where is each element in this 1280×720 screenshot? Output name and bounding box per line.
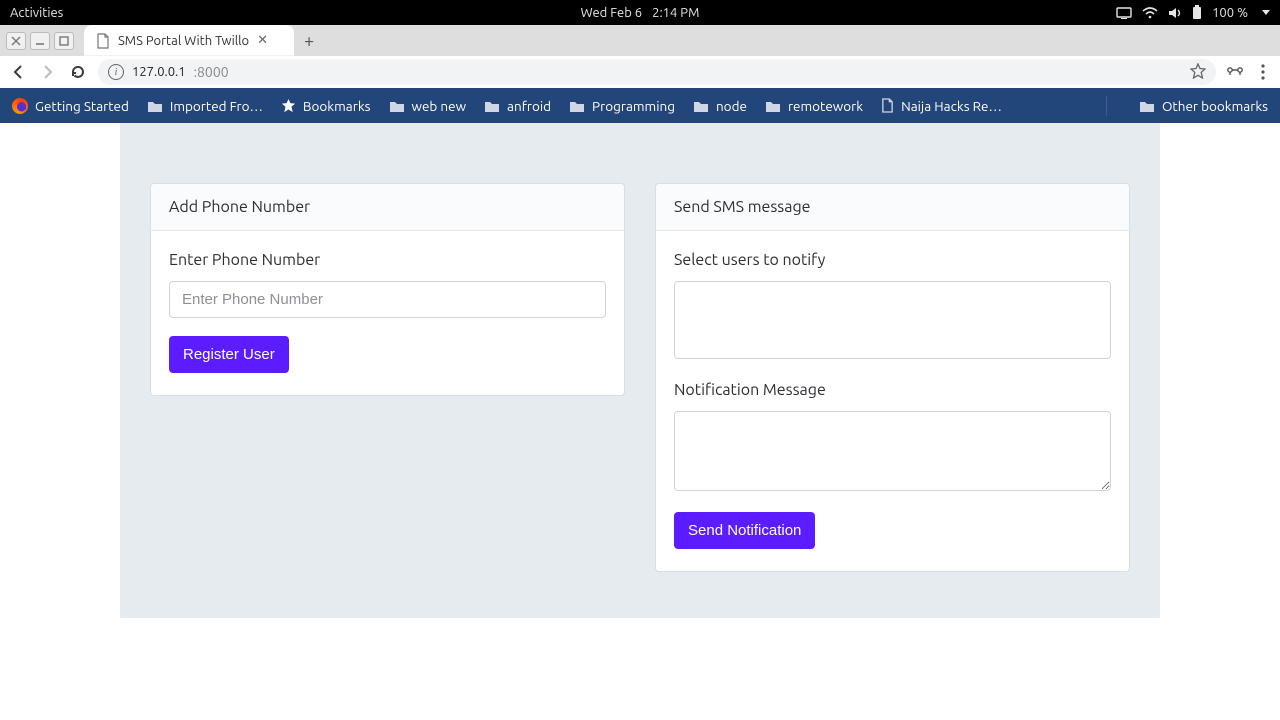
phone-input[interactable] [169,281,606,318]
page-viewport: Add Phone Number Enter Phone Number Regi… [0,123,1280,720]
bookmark-label: Bookmarks [303,98,371,114]
bookmark-label: Imported Fro… [170,98,263,114]
send-sms-card: Send SMS message Select users to notify … [655,183,1130,572]
other-bookmarks[interactable]: Other bookmarks [1139,98,1268,114]
send-sms-header: Send SMS message [656,184,1129,231]
address-bar[interactable]: i 127.0.0.1 :8000 [98,59,1216,85]
bookmark-item[interactable]: Imported Fro… [147,98,263,114]
bookmark-label: anfroid [507,98,551,114]
select-users-label: Select users to notify [674,251,1111,269]
forward-button[interactable] [38,62,58,82]
tab-title: SMS Portal With Twillo [118,34,249,48]
window-titlebar: SMS Portal With Twillo ✕ + [0,25,1280,56]
bookmark-star-icon[interactable] [1190,63,1206,82]
phone-label: Enter Phone Number [169,251,606,269]
bookmark-label: node [716,98,747,114]
window-close-button[interactable] [6,32,26,50]
bookmarks-separator [1106,96,1107,116]
bookmark-item[interactable]: node [693,98,747,114]
bookmark-label: Programming [592,98,675,114]
bookmark-label: web new [412,98,467,114]
send-notification-button[interactable]: Send Notification [674,512,815,549]
other-bookmarks-label: Other bookmarks [1162,98,1268,114]
tab-close-icon[interactable]: ✕ [257,33,268,48]
bookmark-item[interactable]: web new [389,98,467,114]
battery-percent: 100 % [1212,6,1248,20]
url-host: 127.0.0.1 [132,65,186,79]
menu-icon[interactable] [1254,64,1272,80]
os-time: 2:14 PM [652,6,699,20]
battery-icon[interactable] [1192,5,1202,20]
back-button[interactable] [8,62,28,82]
bookmark-item[interactable]: Bookmarks [281,98,371,114]
bookmark-label: Naija Hacks Re… [901,98,1002,114]
os-top-bar: Activities Wed Feb 6 2:14 PM 100 % [0,0,1280,25]
content-container: Add Phone Number Enter Phone Number Regi… [120,123,1160,618]
url-port: :8000 [194,64,229,80]
activities-label[interactable]: Activities [10,6,63,20]
os-date: Wed Feb 6 [581,6,643,20]
document-icon [96,33,110,49]
volume-icon[interactable] [1168,7,1182,19]
bookmark-item[interactable]: anfroid [484,98,551,114]
bookmark-item[interactable]: Programming [569,98,675,114]
bookmark-item[interactable]: remotework [765,98,863,114]
register-user-button[interactable]: Register User [169,336,289,373]
bookmarks-bar: Getting Started Imported Fro… Bookmarks web… [0,88,1280,123]
bookmark-item[interactable]: Naija Hacks Re… [881,98,1002,114]
window-minimize-button[interactable] [30,32,50,50]
bookmark-label: Getting Started [35,98,129,114]
browser-nav-row: i 127.0.0.1 :8000 [0,56,1280,88]
add-phone-header: Add Phone Number [151,184,624,231]
add-phone-card: Add Phone Number Enter Phone Number Regi… [150,183,625,396]
screen-icon[interactable] [1116,7,1132,19]
reload-button[interactable] [68,62,88,82]
select-users-listbox[interactable] [674,281,1111,359]
bookmark-label: remotework [788,98,863,114]
notification-message-label: Notification Message [674,381,1111,399]
browser-tab[interactable]: SMS Portal With Twillo ✕ [84,25,294,56]
new-tab-button[interactable]: + [294,25,324,56]
notification-message-textarea[interactable] [674,411,1111,491]
wifi-icon[interactable] [1142,7,1158,19]
chevron-down-icon[interactable] [1262,10,1270,15]
bookmark-item[interactable]: Getting Started [12,98,129,114]
extensions-icon[interactable] [1226,65,1244,79]
site-info-icon[interactable]: i [108,64,124,80]
window-maximize-button[interactable] [54,32,74,50]
